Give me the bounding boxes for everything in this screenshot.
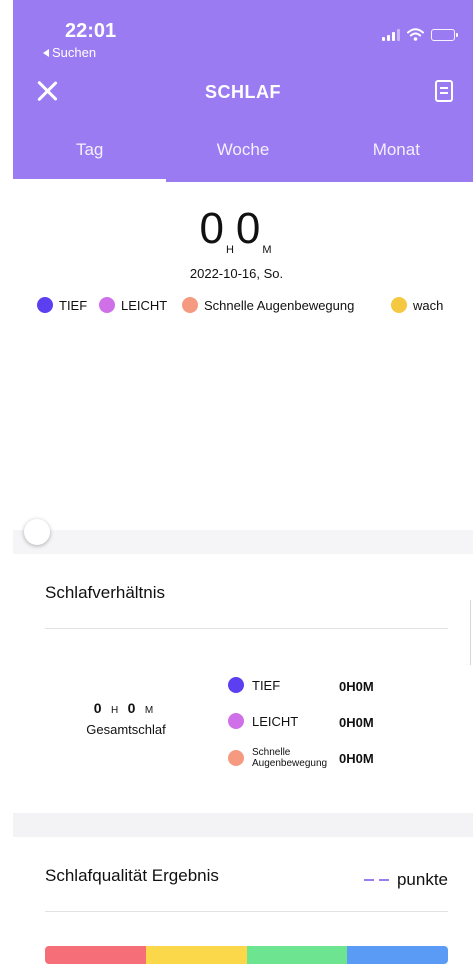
tab-week[interactable]: Woche — [166, 126, 319, 182]
section-separator — [13, 813, 473, 837]
awake-dot-icon — [391, 297, 407, 313]
minutes-value: 0 — [235, 204, 261, 253]
ratio-label: Schnelle Augenbewegung — [252, 747, 327, 769]
battery-icon — [431, 28, 458, 41]
signal-icon — [382, 28, 400, 41]
quality-bar-segment-red — [45, 946, 146, 964]
ratio-label: TIEF — [252, 677, 281, 693]
legend-label: LEICHT — [121, 297, 168, 313]
minutes-unit: M — [262, 244, 272, 256]
total-hours-unit: H — [110, 705, 119, 716]
back-link-label: Suchen — [52, 45, 97, 60]
app-header: 22:01 Suchen SCHLAF Tag Woche Monat — [13, 0, 473, 182]
sleep-date: 2022-10-16, So. — [189, 266, 284, 281]
quality-bar-segment-yellow — [145, 946, 247, 964]
scroll-indicator — [470, 600, 471, 665]
tab-month[interactable]: Monat — [320, 126, 473, 182]
document-icon[interactable] — [435, 80, 453, 102]
legend-item-rem: Schnelle Augenbewegung — [182, 297, 354, 313]
period-tabs: Tag Woche Monat — [13, 126, 473, 182]
points-label: punkte — [396, 870, 448, 889]
hours-unit: H — [225, 244, 234, 256]
ratio-label-line1: Schnelle — [252, 747, 291, 758]
quality-score-bar — [45, 946, 448, 964]
ratio-label-line2: Augenbewegung — [252, 758, 328, 769]
legend-item-awake: wach — [391, 297, 443, 313]
total-sleep-summary: 0 H 0 M Gesamtschlaf — [76, 700, 176, 737]
deep-dot-icon — [37, 297, 53, 313]
quality-points: punkte — [363, 870, 448, 890]
score-placeholder-dashes — [363, 879, 389, 881]
back-to-search-link[interactable]: Suchen — [43, 45, 96, 60]
ratio-row-rem: Schnelle Augenbewegung — [228, 747, 327, 769]
ratio-row-light: LEICHT — [228, 713, 298, 729]
ratio-row-deep: TIEF — [228, 677, 280, 693]
legend-label: TIEF — [59, 297, 88, 313]
timeline-slider-handle[interactable] — [24, 519, 50, 545]
ratio-value-light: 0H0M — [339, 715, 374, 730]
sleep-stage-legend: TIEF LEICHT Schnelle Augenbewegung wach — [37, 297, 452, 319]
total-minutes: 0 — [127, 700, 136, 716]
ratio-divider — [45, 628, 448, 629]
ratio-value-deep: 0H0M — [339, 679, 374, 694]
status-time: 22:01 — [65, 20, 117, 42]
wifi-icon — [407, 28, 424, 41]
back-arrow-icon — [43, 48, 49, 57]
quality-bar-segment-green — [246, 946, 348, 964]
quality-bar-segment-blue — [347, 946, 448, 964]
legend-item-deep: TIEF — [37, 297, 87, 313]
total-sleep-label: Gesamtschlaf — [86, 722, 166, 737]
timeline-track[interactable] — [13, 530, 473, 554]
light-dot-icon — [99, 297, 115, 313]
deep-dot-icon — [228, 677, 244, 693]
page-title: SCHLAF — [205, 82, 281, 102]
total-hours: 0 — [93, 700, 102, 716]
legend-item-light: LEICHT — [99, 297, 167, 313]
total-sleep-time: 0 H 0 M — [0, 204, 473, 257]
total-minutes-unit: M — [144, 705, 154, 716]
ratio-value-rem: 0H0M — [339, 751, 374, 766]
ratio-label: LEICHT — [252, 713, 299, 729]
legend-label: Schnelle Augenbewegung — [204, 297, 355, 313]
tab-day[interactable]: Tag — [13, 126, 167, 182]
hours-value: 0 — [199, 204, 224, 253]
rem-dot-icon — [182, 297, 198, 313]
light-dot-icon — [228, 713, 244, 729]
status-icons — [382, 28, 458, 41]
ratio-section-title: Schlafverhältnis — [45, 583, 166, 602]
quality-divider — [45, 911, 448, 912]
rem-dot-icon — [228, 750, 244, 766]
quality-section-title: Schlafqualität Ergebnis — [45, 866, 219, 885]
legend-label: wach — [413, 297, 444, 313]
